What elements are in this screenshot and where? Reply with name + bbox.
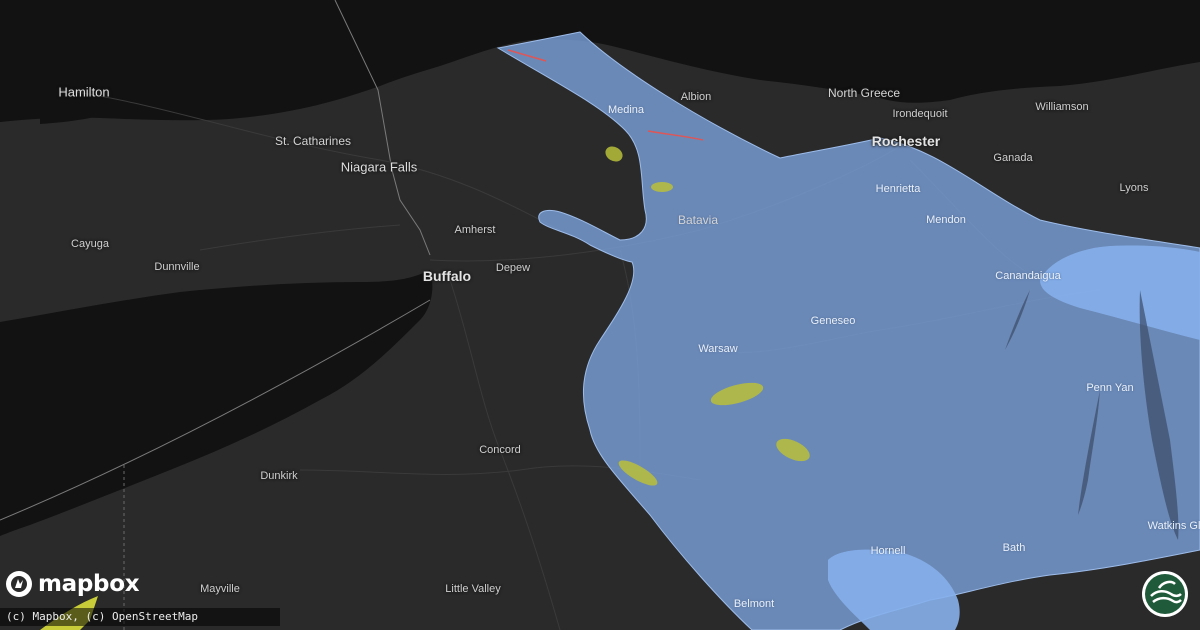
place-label: Little Valley <box>445 583 501 595</box>
place-label: Dunnville <box>154 261 200 273</box>
place-label: Lyons <box>1119 182 1149 194</box>
hail-spot <box>651 182 673 192</box>
place-label: Batavia <box>677 213 719 227</box>
place-label: Amherst <box>454 224 496 236</box>
place-label: Canandaigua <box>995 270 1061 282</box>
place-label: Mendon <box>926 214 966 226</box>
place-label: St. Catharines <box>274 134 352 148</box>
place-label: Medina <box>607 104 645 116</box>
place-label: Hamilton <box>58 84 110 100</box>
place-label: Bath <box>1002 542 1026 554</box>
place-label: Mayville <box>200 583 240 595</box>
place-label: Buffalo <box>422 268 472 284</box>
place-label: Dunkirk <box>260 470 298 482</box>
place-label: Depew <box>495 262 531 274</box>
place-label: Irondequoit <box>892 108 948 120</box>
weather-brand-icon[interactable] <box>1141 570 1189 618</box>
place-label: Henrietta <box>875 183 921 195</box>
place-label: Rochester <box>871 133 941 149</box>
place-label: Geneseo <box>810 315 856 327</box>
place-label: Concord <box>479 444 521 456</box>
place-label: Penn Yan <box>1086 382 1134 394</box>
mapbox-icon <box>6 571 32 597</box>
place-label: Watkins Gl <box>1147 520 1200 532</box>
place-label: Albion <box>680 91 712 103</box>
map-attribution[interactable]: (c) Mapbox, (c) OpenStreetMap <box>0 608 280 626</box>
place-label: Belmont <box>733 598 775 610</box>
place-label: Niagara Falls <box>340 159 418 175</box>
map-canvas <box>0 0 1200 630</box>
place-label: Hornell <box>870 545 906 557</box>
place-label: Warsaw <box>698 343 738 355</box>
place-label: Cayuga <box>71 238 109 250</box>
mapbox-logo[interactable]: mapbox <box>5 568 140 600</box>
place-label: Williamson <box>1035 101 1089 113</box>
weather-alert-map[interactable]: Hamilton St. Catharines Niagara Falls Ca… <box>0 0 1200 630</box>
place-label: Ganada <box>993 152 1033 164</box>
mapbox-wordmark: mapbox <box>38 571 140 597</box>
place-label: North Greece <box>827 86 901 100</box>
